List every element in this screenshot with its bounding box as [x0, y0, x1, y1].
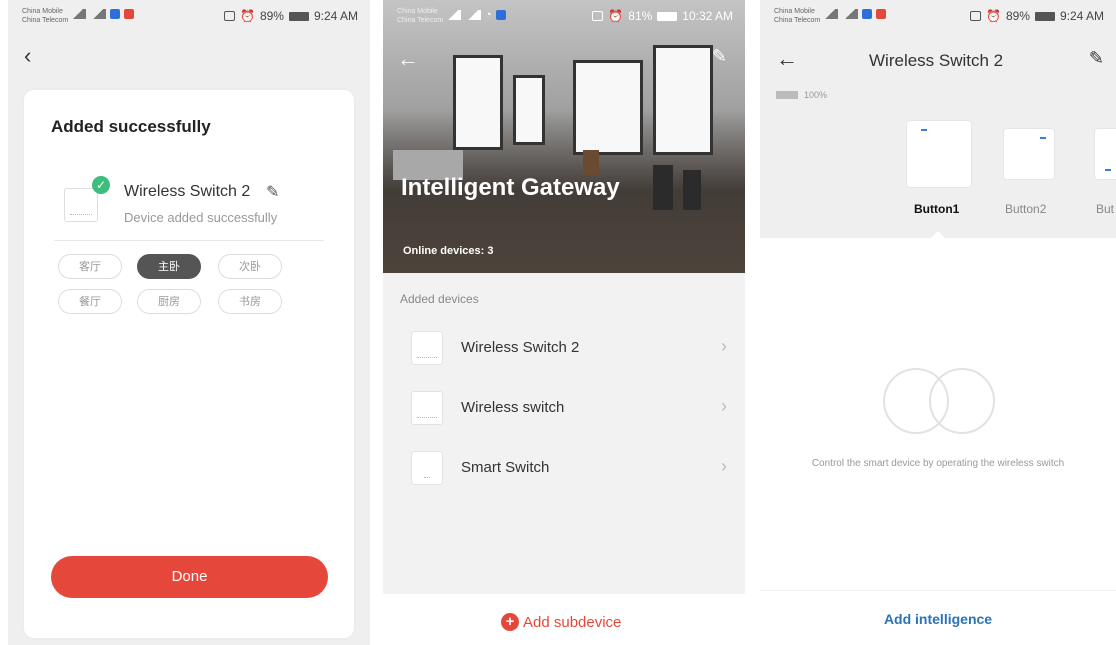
status-bar: China Mobile China Telecom ◔ ⏰ 81% 10:32…: [383, 0, 745, 32]
page-title: Wireless Switch 2: [869, 51, 1004, 70]
device-status: Device added successfully: [124, 210, 278, 225]
room-chip[interactable]: 厨房: [137, 289, 201, 314]
add-subdevice-button[interactable]: Add subdevice: [523, 614, 621, 631]
divider: [54, 240, 324, 241]
status-right: ⏰ 89% 9:24 AM: [969, 9, 1104, 23]
app-notification-icon: [124, 9, 134, 19]
signal-icons: [70, 9, 134, 19]
gateway-screen: China Mobile China Telecom ◔ ⏰ 81% 10:32…: [383, 0, 745, 645]
signal-icon: [70, 9, 86, 19]
wifi-icon: ◔: [485, 9, 492, 21]
added-success-screen: China Mobile China Telecom ⏰ 89% 9:24 AM…: [8, 0, 370, 645]
room-chip[interactable]: 餐厅: [58, 289, 122, 314]
battery-percent: 89%: [259, 9, 284, 23]
app-notification-icon: [862, 9, 872, 19]
battery-icon: [1034, 11, 1055, 21]
signal-icon: [90, 9, 106, 19]
back-arrow-icon[interactable]: ←: [776, 46, 798, 72]
tab-button1[interactable]: Button1: [914, 202, 959, 216]
button3-image[interactable]: [1094, 128, 1116, 180]
device-name: Wireless switch: [461, 399, 565, 416]
gateway-title: Intelligent Gateway: [401, 174, 620, 201]
signal-icons: ◔: [445, 9, 506, 21]
signal-icon: [822, 9, 838, 19]
page-title: Added successfully: [51, 117, 211, 136]
nfc-icon: [969, 11, 981, 21]
device-name: Smart Switch: [461, 459, 550, 476]
alarm-icon: ⏰: [239, 9, 255, 23]
room-chip-selected[interactable]: 主卧: [137, 254, 201, 279]
room-chip[interactable]: 书房: [218, 289, 282, 314]
button1-image[interactable]: [906, 120, 972, 188]
signal-icons: [822, 9, 886, 19]
signal-icon: [445, 10, 461, 20]
plus-icon[interactable]: +: [501, 613, 519, 631]
success-card: Added successfully ✓ Wireless Switch 2 ✎…: [24, 90, 354, 638]
pencil-icon[interactable]: ✎: [712, 46, 727, 67]
tab-button2[interactable]: Button2: [1005, 202, 1046, 216]
device-row[interactable]: Wireless switch ›: [383, 380, 745, 440]
carrier-names: China Mobile China Telecom: [397, 8, 444, 24]
nfc-icon: [592, 11, 604, 21]
single-switch-icon: [411, 451, 443, 485]
device-name: Wireless Switch 2: [124, 183, 251, 200]
switch-detail-screen: China Mobile China Telecom ⏰ 89% 9:24 AM…: [760, 0, 1116, 645]
battery-icon: [657, 11, 678, 21]
pencil-icon[interactable]: ✎: [266, 182, 279, 202]
device-row[interactable]: Wireless Switch 2 ›: [383, 320, 745, 380]
back-arrow-icon[interactable]: ←: [397, 46, 419, 72]
status-right: ⏰ 81% 10:32 AM: [592, 9, 733, 23]
gateway-hero-image: [383, 0, 745, 273]
room-chip[interactable]: 次卧: [218, 254, 282, 279]
carrier-names: China Mobile China Telecom: [22, 8, 69, 24]
hint-text: Control the smart device by operating th…: [811, 458, 1065, 469]
add-intelligence-button[interactable]: Add intelligence: [760, 611, 1116, 627]
alarm-icon: ⏰: [985, 9, 1001, 23]
three-gang-switch-icon: [411, 391, 443, 425]
clock: 10:32 AM: [682, 9, 733, 23]
alarm-icon: ⏰: [608, 9, 624, 23]
pencil-icon[interactable]: ✎: [1089, 48, 1104, 69]
chevron-right-icon: ›: [721, 336, 727, 356]
tab-button3[interactable]: But: [1096, 202, 1114, 216]
three-gang-switch-icon: [411, 331, 443, 365]
bottom-bar: + Add subdevice: [383, 594, 745, 645]
done-button[interactable]: Done: [51, 556, 328, 598]
battery-percent: 89%: [1005, 9, 1030, 23]
section-label: Added devices: [400, 292, 479, 306]
selected-tab-pointer: [930, 231, 946, 239]
online-devices-count: Online devices: 3: [403, 245, 494, 257]
room-chip[interactable]: 客厅: [58, 254, 122, 279]
status-bar: China Mobile China Telecom ⏰ 89% 9:24 AM: [760, 0, 1116, 32]
carrier-names: China Mobile China Telecom: [774, 8, 821, 24]
battery-level: 100%: [776, 90, 827, 100]
back-chevron-icon[interactable]: ‹: [24, 43, 31, 69]
bottom-bar: Add intelligence: [760, 590, 1116, 645]
chevron-right-icon: ›: [721, 396, 727, 416]
chevron-right-icon: ›: [721, 456, 727, 476]
app-notification-icon: [495, 10, 506, 20]
app-notification-icon: [876, 9, 886, 19]
device-row[interactable]: Smart Switch ›: [383, 440, 745, 500]
battery-icon: [288, 11, 309, 21]
status-bar: China Mobile China Telecom ⏰ 89% 9:24 AM: [8, 0, 370, 32]
device-name: Wireless Switch 2: [461, 339, 580, 356]
wireless-switch-icon: [64, 188, 98, 222]
clock: 9:24 AM: [1059, 9, 1104, 23]
check-icon: ✓: [92, 176, 110, 194]
signal-icon: [465, 10, 481, 20]
status-right: ⏰ 89% 9:24 AM: [223, 9, 358, 23]
linked-rings-icon: [929, 368, 995, 434]
clock: 9:24 AM: [313, 9, 358, 23]
signal-icon: [842, 9, 858, 19]
button2-image[interactable]: [1003, 128, 1055, 180]
battery-icon: [776, 91, 798, 99]
nfc-icon: [223, 11, 235, 21]
battery-percent: 81%: [628, 9, 653, 23]
app-notification-icon: [110, 9, 120, 19]
